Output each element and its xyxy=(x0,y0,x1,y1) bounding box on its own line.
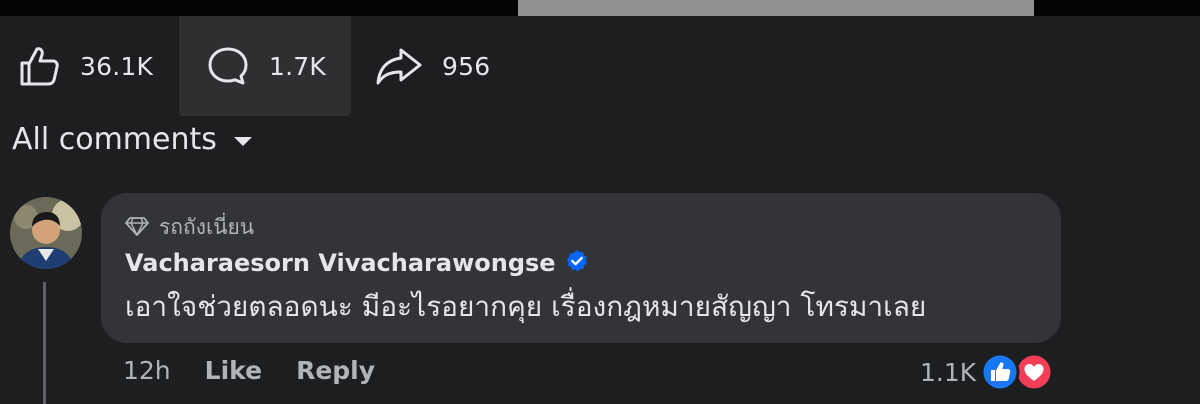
share-count: 956 xyxy=(442,51,491,81)
comment-author: Vacharaesorn Vivacharawongse xyxy=(125,249,589,277)
comment-reactions[interactable]: 1.1K xyxy=(920,352,1058,392)
reaction-count: 1.1K xyxy=(920,357,977,387)
diamond-icon xyxy=(125,216,149,240)
fan-badge-label: รถถังเนี่ยน xyxy=(159,215,255,239)
post-action-bar: 36.1K 1.7K 956 xyxy=(0,16,1200,116)
comment-text: เอาใจช่วยตลอดนะ มีอะไรอยากคุย เรื่องกฎหม… xyxy=(125,290,927,323)
verified-badge-icon xyxy=(565,249,589,277)
thumbs-up-icon xyxy=(16,43,62,89)
like-reaction-icon xyxy=(980,352,1020,396)
comment-timestamp[interactable]: 12h xyxy=(123,356,171,385)
comment-button[interactable]: 1.7K xyxy=(179,16,351,116)
comment-like-button[interactable]: Like xyxy=(205,356,262,385)
author-name-link[interactable]: Vacharaesorn Vivacharawongse xyxy=(125,249,556,277)
comments-filter-dropdown[interactable]: All comments xyxy=(12,122,253,157)
fan-badge[interactable]: รถถังเนี่ยน xyxy=(125,211,254,244)
comment-bubble: รถถังเนี่ยน Vacharaesorn Vivacharawongse… xyxy=(101,193,1061,343)
reaction-icons xyxy=(980,352,1058,392)
comment-meta: 12h Like Reply xyxy=(123,356,375,385)
love-reaction-icon xyxy=(1014,352,1054,396)
comment-count: 1.7K xyxy=(269,51,326,81)
comment-reply-button[interactable]: Reply xyxy=(296,356,375,385)
like-button[interactable]: 36.1K xyxy=(16,16,153,116)
top-strip xyxy=(0,0,1200,16)
video-progress-track[interactable] xyxy=(518,0,1034,16)
comment-bubble-icon xyxy=(205,43,251,89)
caret-down-icon xyxy=(233,133,253,152)
thread-line xyxy=(43,282,46,404)
avatar[interactable] xyxy=(10,197,82,269)
like-count: 36.1K xyxy=(80,51,154,81)
comments-filter-label: All comments xyxy=(12,122,217,157)
share-button[interactable]: 956 xyxy=(374,16,490,116)
share-arrow-icon xyxy=(374,43,424,89)
